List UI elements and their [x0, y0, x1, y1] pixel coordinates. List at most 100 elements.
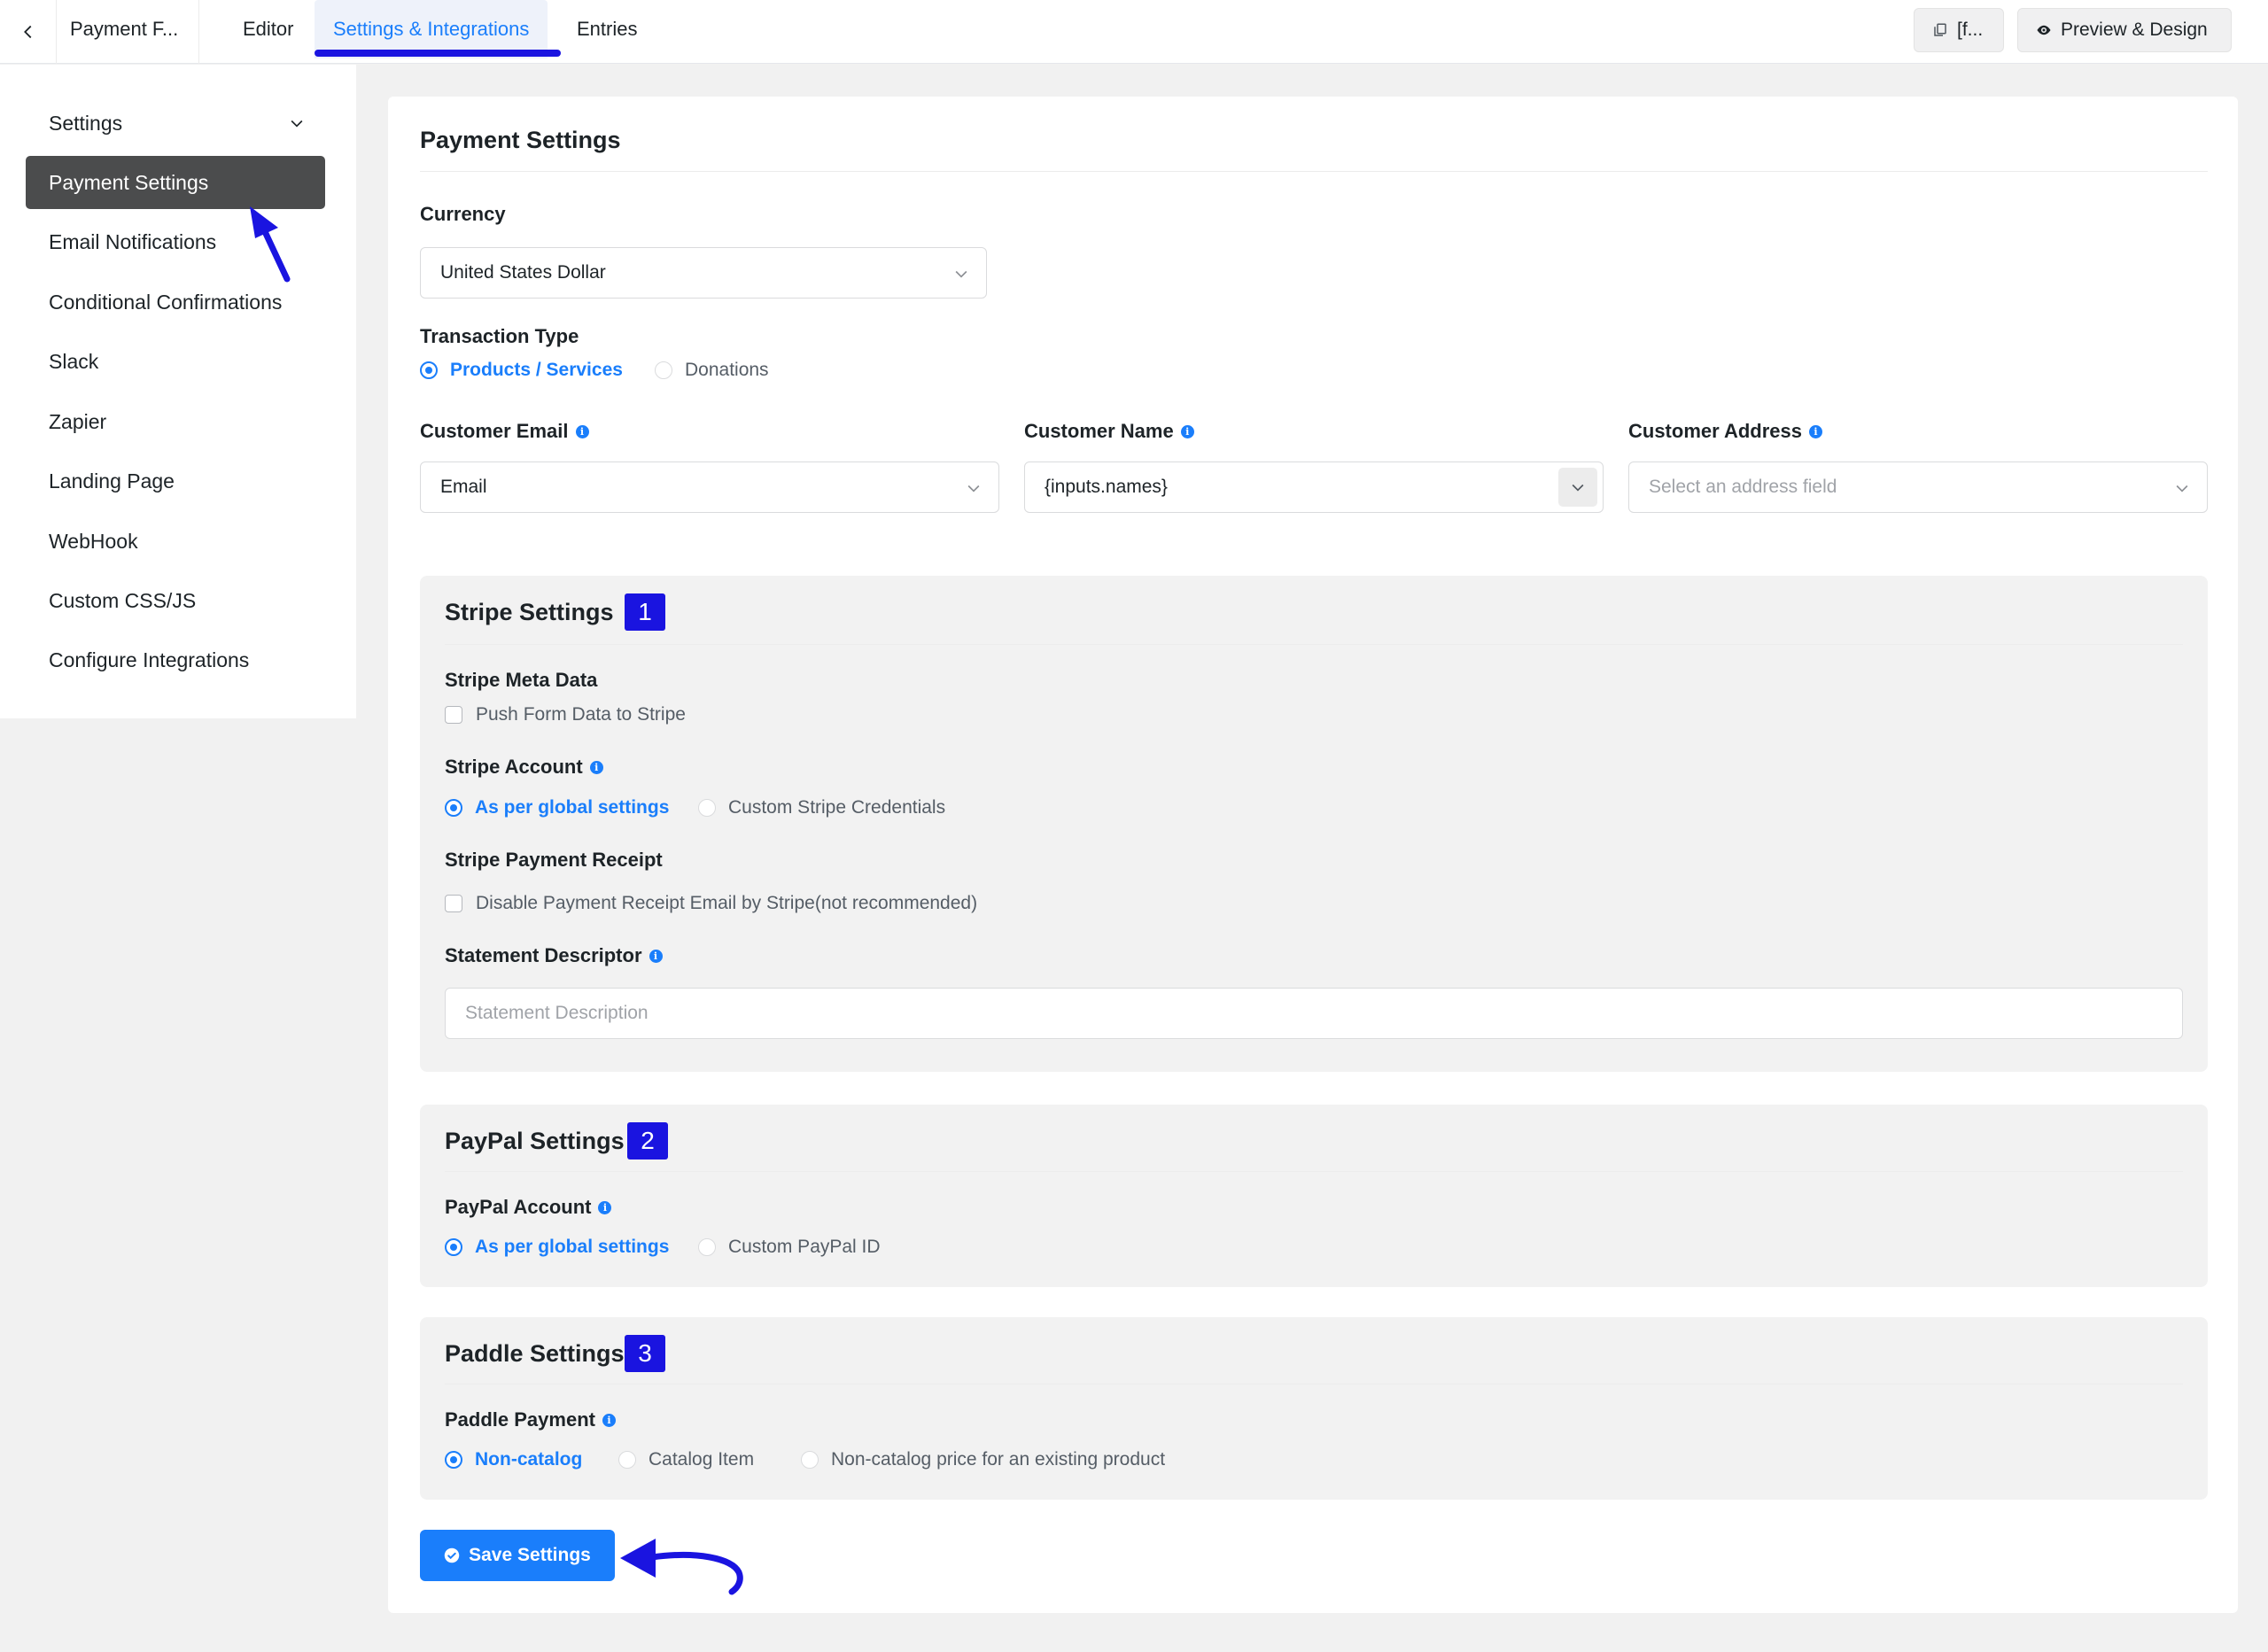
radio-label: Custom Stripe Credentials [728, 797, 946, 818]
paddle-settings-title: Paddle Settings [445, 1340, 625, 1367]
info-icon[interactable]: i [598, 1200, 612, 1214]
sidebar-item-landing-page[interactable]: Landing Page [26, 454, 325, 508]
form-title[interactable]: Payment F... [70, 18, 178, 41]
customer-name-select[interactable]: {inputs.names} [1024, 461, 1604, 513]
preview-design-button[interactable]: Preview & Design [2017, 8, 2232, 52]
transaction-type-label: Transaction Type [420, 325, 579, 347]
radio-paypal-custom[interactable]: Custom PayPal ID [698, 1237, 881, 1258]
radio-button[interactable] [655, 361, 672, 379]
push-form-data-checkbox[interactable]: Push Form Data to Stripe [445, 704, 686, 725]
stripe-receipt-label: Stripe Payment Receipt [445, 849, 663, 871]
sidebar-item-webhook[interactable]: WebHook [26, 515, 325, 568]
customer-email-select[interactable]: Email [420, 461, 999, 513]
radio-stripe-global[interactable]: As per global settings [445, 797, 669, 818]
radio-paddle-existing-product[interactable]: Non-catalog price for an existing produc… [801, 1449, 1165, 1470]
radio-button[interactable] [420, 361, 438, 379]
divider [420, 171, 2208, 172]
radio-button[interactable] [618, 1451, 636, 1469]
chevron-down-icon [955, 270, 967, 278]
preview-label: Preview & Design [2061, 19, 2208, 40]
paddle-settings-section: Paddle Settings 3 Paddle Payment i Non-c… [420, 1317, 2208, 1500]
page-title: Payment Settings [420, 127, 621, 153]
info-icon[interactable]: i [649, 949, 663, 963]
radio-stripe-custom[interactable]: Custom Stripe Credentials [698, 797, 945, 818]
radio-button[interactable] [801, 1451, 819, 1469]
sidebar-item-custom-css-js[interactable]: Custom CSS/JS [26, 574, 325, 627]
stripe-settings-title: Stripe Settings [445, 599, 614, 625]
checkbox[interactable] [445, 706, 462, 724]
info-icon[interactable]: i [602, 1413, 616, 1427]
radio-paddle-non-catalog[interactable]: Non-catalog [445, 1449, 582, 1470]
sidebar-item-label: WebHook [49, 529, 138, 553]
info-icon[interactable]: i [1180, 424, 1194, 438]
customer-name-value: {inputs.names} [1045, 477, 1168, 497]
sidebar-item-label: Landing Page [49, 469, 175, 492]
radio-label: Products / Services [450, 360, 623, 380]
info-icon[interactable]: i [575, 424, 589, 438]
sidebar-item-conditional-confirmations[interactable]: Conditional Confirmations [26, 275, 325, 329]
currency-value: United States Dollar [440, 262, 606, 283]
stripe-account-label: Stripe Account i [445, 756, 603, 779]
radio-button[interactable] [698, 1238, 716, 1256]
customer-address-select[interactable]: Select an address field [1628, 461, 2208, 513]
radio-label: Catalog Item [649, 1449, 755, 1470]
sidebar-item-zapier[interactable]: Zapier [26, 395, 325, 448]
currency-select[interactable]: United States Dollar [420, 247, 987, 299]
sidebar-item-payment-settings[interactable]: Payment Settings [26, 156, 325, 209]
radio-button[interactable] [445, 1451, 462, 1469]
radio-paypal-global[interactable]: As per global settings [445, 1237, 669, 1258]
divider [198, 0, 199, 64]
paddle-payment-label: Paddle Payment i [445, 1408, 616, 1431]
sidebar-item-email-notifications[interactable]: Email Notifications [26, 215, 325, 268]
annotation-badge: 1 [625, 593, 665, 631]
save-settings-button[interactable]: Save Settings [420, 1530, 615, 1581]
save-settings-label: Save Settings [469, 1545, 591, 1565]
copy-icon [1934, 23, 1946, 36]
disable-receipt-checkbox[interactable]: Disable Payment Receipt Email by Stripe(… [445, 893, 977, 914]
radio-button[interactable] [445, 1238, 462, 1256]
stripe-meta-label: Stripe Meta Data [445, 669, 598, 691]
radio-paddle-catalog-item[interactable]: Catalog Item [618, 1449, 754, 1470]
checkbox[interactable] [445, 895, 462, 912]
sidebar-item-slack[interactable]: Slack [26, 335, 325, 388]
paypal-account-label: PayPal Account i [445, 1196, 612, 1219]
customer-name-label: Customer Name i [1024, 420, 1194, 443]
radio-label: Donations [685, 360, 769, 380]
radio-products-services[interactable]: Products / Services [420, 360, 623, 381]
info-icon[interactable]: i [589, 760, 603, 774]
tab-entries[interactable]: Entries [577, 18, 637, 41]
customer-address-placeholder: Select an address field [1649, 477, 1837, 497]
info-icon[interactable]: i [1809, 424, 1823, 438]
shortcode-label: [f... [1957, 19, 1984, 40]
annotation-badge: 2 [627, 1122, 668, 1160]
sidebar-item-label: Custom CSS/JS [49, 588, 197, 612]
sidebar-item-settings[interactable]: Settings [26, 97, 325, 150]
paypal-settings-title: PayPal Settings [445, 1128, 625, 1154]
annotation-badge: 3 [625, 1335, 665, 1372]
shortcode-button[interactable]: [f... [1914, 8, 2004, 52]
divider [445, 644, 2183, 645]
stripe-settings-section: Stripe Settings 1 Stripe Meta Data Push … [420, 576, 2208, 1072]
tab-editor[interactable]: Editor [243, 18, 293, 41]
top-bar: Payment F... Editor Settings & Integrati… [0, 0, 2268, 64]
statement-descriptor-label: Statement Descriptor i [445, 944, 663, 967]
check-circle-icon [444, 1547, 460, 1563]
customer-email-value: Email [440, 477, 487, 497]
radio-button[interactable] [445, 799, 462, 817]
radio-label: Custom PayPal ID [728, 1237, 881, 1257]
eye-icon [2037, 25, 2051, 35]
radio-label: Non-catalog [475, 1449, 583, 1470]
chevron-down-icon [1572, 484, 1584, 492]
statement-descriptor-input[interactable]: Statement Description [445, 988, 2183, 1039]
chevron-down-icon [2176, 485, 2188, 492]
radio-donations[interactable]: Donations [655, 360, 769, 381]
sidebar-item-label: Settings [49, 111, 123, 135]
radio-label: As per global settings [475, 797, 670, 818]
dropdown-toggle[interactable] [1558, 468, 1597, 507]
radio-button[interactable] [698, 799, 716, 817]
checkbox-label: Disable Payment Receipt Email by Stripe(… [476, 893, 978, 913]
back-button[interactable] [0, 0, 57, 64]
sidebar-item-label: Configure Integrations [49, 648, 250, 671]
sidebar: Settings Payment Settings Email Notifica… [0, 65, 356, 718]
sidebar-item-configure-integrations[interactable]: Configure Integrations [26, 633, 325, 686]
